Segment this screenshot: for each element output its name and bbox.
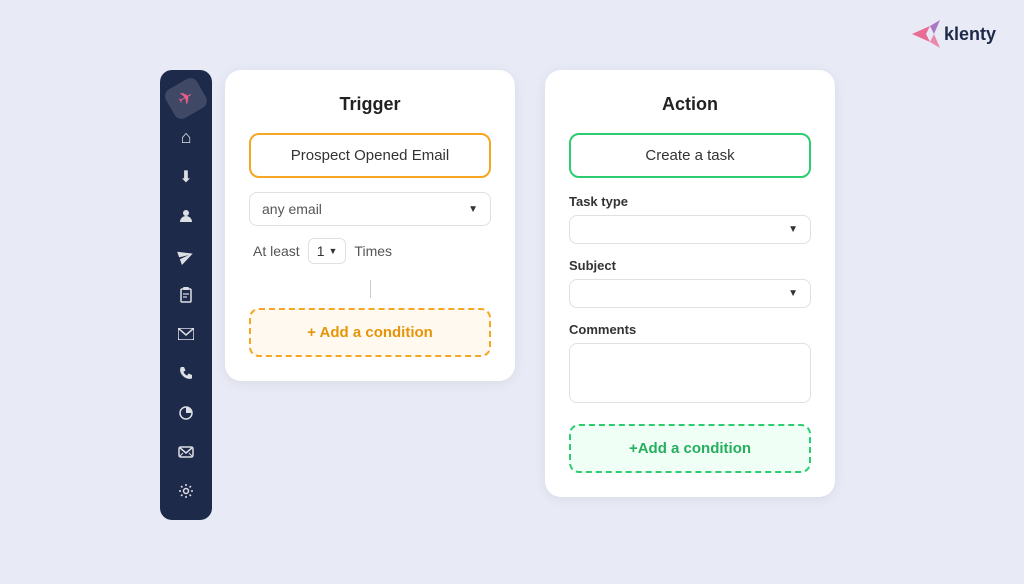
email-select-arrow: ▼ xyxy=(468,204,478,215)
action-card: Action Create a task Task type ▼ Subject… xyxy=(545,70,835,497)
at-least-arrow: ▼ xyxy=(329,246,338,256)
task-type-select[interactable]: ▼ xyxy=(569,215,811,244)
connector-line xyxy=(370,280,371,298)
times-label: Times xyxy=(354,243,392,259)
at-least-label: At least xyxy=(253,243,300,259)
sidebar-icon-phone[interactable] xyxy=(168,357,204,390)
action-card-title: Action xyxy=(569,94,811,115)
comments-label: Comments xyxy=(569,322,811,337)
task-type-label: Task type xyxy=(569,194,811,209)
trigger-card: Trigger Prospect Opened Email any email … xyxy=(225,70,515,381)
trigger-name-box: Prospect Opened Email xyxy=(249,133,491,178)
task-type-arrow: ▼ xyxy=(788,224,798,235)
comments-textarea[interactable] xyxy=(569,343,811,403)
subject-arrow: ▼ xyxy=(788,288,798,299)
sidebar-icon-user[interactable] xyxy=(168,200,204,233)
action-name-box: Create a task xyxy=(569,133,811,178)
sidebar-icon-mail2[interactable] xyxy=(168,435,204,468)
svg-text:klenty: klenty xyxy=(944,24,996,44)
at-least-value: 1 xyxy=(317,243,325,259)
at-least-select[interactable]: 1 ▼ xyxy=(308,238,347,264)
sidebar: ✈ ⌂ ⬇ xyxy=(160,70,212,520)
sidebar-icon-paper-plane[interactable] xyxy=(163,234,208,278)
subject-label: Subject xyxy=(569,258,811,273)
trigger-card-title: Trigger xyxy=(249,94,491,115)
email-select[interactable]: any email ▼ xyxy=(249,192,491,226)
sidebar-icon-settings[interactable] xyxy=(168,475,204,508)
sidebar-icon-email[interactable] xyxy=(168,318,204,351)
sidebar-icon-chart[interactable] xyxy=(168,396,204,429)
email-select-value: any email xyxy=(262,201,322,217)
sidebar-icon-home[interactable]: ⌂ xyxy=(168,121,204,154)
sidebar-icon-clipboard[interactable] xyxy=(168,278,204,311)
main-content: Trigger Prospect Opened Email any email … xyxy=(225,70,994,539)
klenty-logo: klenty xyxy=(910,18,1000,55)
at-least-row: At least 1 ▼ Times xyxy=(249,238,491,264)
sidebar-icon-send[interactable]: ✈ xyxy=(162,75,210,122)
subject-select[interactable]: ▼ xyxy=(569,279,811,308)
sidebar-icon-download[interactable]: ⬇ xyxy=(168,161,204,194)
action-add-condition-button[interactable]: +Add a condition xyxy=(569,424,811,473)
add-condition-button[interactable]: + Add a condition xyxy=(249,308,491,357)
